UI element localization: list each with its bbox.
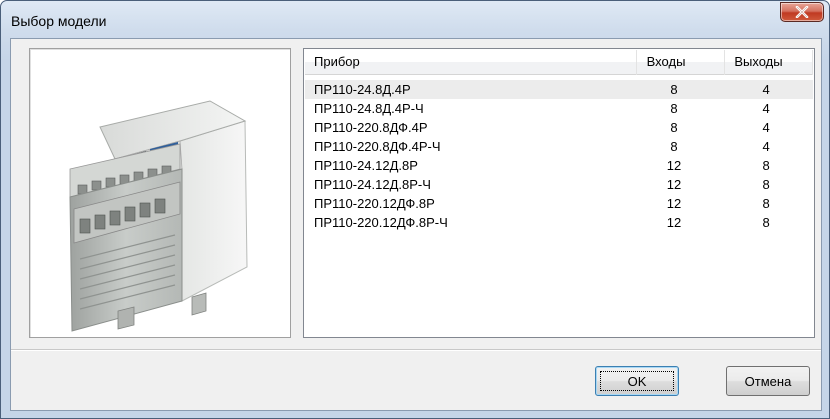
list-item[interactable]: ПР110-24.8Д.4Р 8 4 xyxy=(305,80,813,99)
column-header-outputs[interactable]: Выходы xyxy=(725,50,813,75)
list-item[interactable]: ПР110-24.12Д.8Р-Ч 12 8 xyxy=(305,175,813,194)
list-item[interactable]: ПР110-24.12Д.8Р 12 8 xyxy=(305,156,813,175)
dialog-title: Выбор модели xyxy=(11,13,107,29)
cell-device: ПР110-220.8ДФ.4Р xyxy=(314,120,428,135)
cell-outputs: 8 xyxy=(762,196,770,211)
cell-device: ПР110-220.8ДФ.4Р-Ч xyxy=(314,139,441,154)
cell-outputs: 8 xyxy=(762,177,770,192)
cell-outputs: 4 xyxy=(762,101,770,116)
cell-device: ПР110-220.12ДФ.8Р xyxy=(314,196,435,211)
divider xyxy=(11,349,821,351)
cell-device: ПР110-24.12Д.8Р-Ч xyxy=(314,177,431,192)
cell-outputs: 8 xyxy=(762,158,770,173)
cell-outputs: 8 xyxy=(762,215,770,230)
cell-inputs: 12 xyxy=(666,215,682,230)
list-item[interactable]: ПР110-220.12ДФ.8Р-Ч 12 8 xyxy=(305,213,813,232)
ok-button[interactable]: OK xyxy=(595,366,679,396)
device-list[interactable]: Прибор Входы Выходы ПР110-24.8Д.4Р 8 4 П… xyxy=(303,48,815,338)
list-body: ПР110-24.8Д.4Р 8 4 ПР110-24.8Д.4Р-Ч 8 4 … xyxy=(305,80,813,232)
cell-inputs: 8 xyxy=(670,120,678,135)
cell-inputs: 8 xyxy=(670,139,678,154)
list-item[interactable]: ПР110-220.8ДФ.4Р 8 4 xyxy=(305,118,813,137)
cell-device: ПР110-220.12ДФ.8Р-Ч xyxy=(314,215,448,230)
column-header-inputs[interactable]: Входы xyxy=(637,50,726,75)
cell-outputs: 4 xyxy=(762,120,770,135)
close-icon xyxy=(795,6,809,18)
model-select-dialog: Выбор модели Прибор Входы Выходы ПР110-2… xyxy=(0,0,830,419)
list-item[interactable]: ПР110-220.12ДФ.8Р 12 8 xyxy=(305,194,813,213)
focus-rect xyxy=(600,371,674,391)
close-button[interactable] xyxy=(780,2,824,22)
device-preview-image xyxy=(29,48,291,338)
cell-inputs: 8 xyxy=(670,82,678,97)
dialog-client-area: Прибор Входы Выходы ПР110-24.8Д.4Р 8 4 П… xyxy=(10,38,822,411)
cell-inputs: 8 xyxy=(670,101,678,116)
cancel-button[interactable]: Отмена xyxy=(726,366,810,396)
list-item[interactable]: ПР110-24.8Д.4Р-Ч 8 4 xyxy=(305,99,813,118)
cell-inputs: 12 xyxy=(666,196,682,211)
cell-outputs: 4 xyxy=(762,139,770,154)
cell-device: ПР110-24.8Д.4Р xyxy=(314,82,411,97)
cell-device: ПР110-24.8Д.4Р-Ч xyxy=(314,101,424,116)
list-item[interactable]: ПР110-220.8ДФ.4Р-Ч 8 4 xyxy=(305,137,813,156)
cell-outputs: 4 xyxy=(762,82,770,97)
title-bar[interactable]: Выбор модели xyxy=(1,1,829,35)
plc-device-icon xyxy=(69,100,248,332)
column-header-device[interactable]: Прибор xyxy=(305,50,637,75)
cell-device: ПР110-24.12Д.8Р xyxy=(314,158,418,173)
cancel-button-label: Отмена xyxy=(744,373,792,389)
cell-inputs: 12 xyxy=(666,177,682,192)
cell-inputs: 12 xyxy=(666,158,682,173)
list-header: Прибор Входы Выходы xyxy=(305,50,813,75)
